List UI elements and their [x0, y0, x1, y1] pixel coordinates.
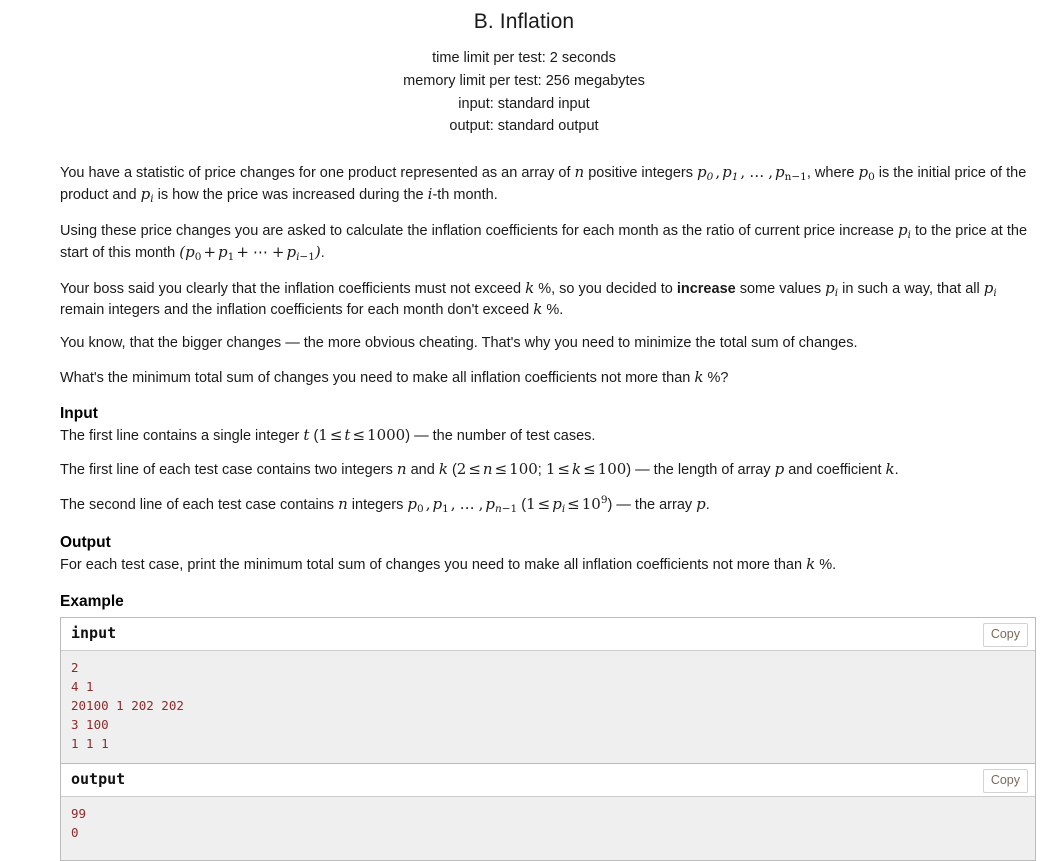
problem-statement: B. Inflation time limit per test: 2 seco… [0, 0, 1048, 861]
example-section-heading: Example [60, 592, 124, 610]
input-l2-e: and coefficient [784, 462, 886, 479]
statement-paragraph-2: Using these price changes you are asked … [60, 221, 1032, 265]
p2-text-c: . [320, 244, 325, 261]
sample-output-header: output Copy [61, 764, 1035, 797]
emphasis-increase: increase [676, 280, 736, 297]
copy-output-button[interactable]: Copy [982, 769, 1028, 793]
math-p-i: pi [825, 278, 839, 299]
sample-input-data: 2 4 1 20100 1 202 202 3 100 1 1 1 [61, 651, 1035, 763]
problem-body: You have a statistic of price changes fo… [0, 163, 1048, 861]
math-p-array: p0, p1,…, pn−1 [407, 495, 518, 516]
math-n: n [338, 495, 348, 514]
math-p-i: pi [897, 220, 911, 241]
sample-output-data: 99 0 [61, 797, 1035, 860]
p1-text-c: , where [806, 165, 859, 182]
input-spec: input: standard input [458, 95, 590, 112]
p5-text-a: What's the minimum total sum of changes … [60, 369, 695, 386]
input-l3-c: ( [517, 497, 527, 514]
statement-paragraph-3: Your boss said you clearly that the infl… [60, 279, 1032, 321]
sample-output-box: output Copy 99 0 [60, 763, 1036, 861]
statement-paragraph-5: What's the minimum total sum of changes … [60, 368, 1032, 388]
math-k: k [438, 460, 448, 479]
input-l2-semicolon: ; [537, 462, 546, 479]
input-line-1: The first line contains a single integer… [60, 426, 1032, 446]
math-p-zero: p0 [858, 163, 875, 184]
sample-input-box: input Copy 2 4 1 20100 1 202 202 3 100 1… [60, 617, 1036, 763]
statement-paragraph-1: You have a statistic of price changes fo… [60, 163, 1032, 207]
input-l2-a: The first line of each test case contain… [60, 462, 397, 479]
math-p-i: pi [983, 278, 997, 299]
p3-text-d: in such a way, that all [838, 280, 984, 297]
math-k: k [533, 300, 543, 319]
p1-text-e: is how the price was increased during th… [153, 187, 428, 204]
input-section-heading: Input [60, 404, 98, 422]
p5-text-b: %? [703, 369, 729, 386]
math-k: k [525, 278, 535, 297]
input-l2-d: ) — the length of array [626, 462, 775, 479]
math-range-p: 1 ≤ pi ≤109 [526, 494, 608, 516]
input-l2-c: ( [447, 462, 457, 479]
math-sum-expression: (p0 + p1 + ⋯ + pi−1) [179, 242, 321, 263]
p3-text-f: %. [542, 302, 564, 319]
output-text-b: %. [815, 557, 837, 574]
p1-text-f: -th month. [432, 187, 498, 204]
math-n: n [574, 163, 585, 182]
math-p: p [774, 460, 785, 479]
p1-text-b: positive integers [584, 165, 698, 182]
p3-text-c: some values [735, 280, 826, 297]
math-p-i: pi [140, 185, 154, 206]
input-l1-b: ( [309, 428, 319, 445]
math-range-k: 1 ≤ k ≤100 [545, 460, 627, 479]
p3-text-a: Your boss said you clearly that the infl… [60, 280, 526, 297]
input-l3-b: integers [347, 497, 408, 514]
problem-limits: time limit per test: 2 seconds memory li… [0, 47, 1048, 139]
input-l2-b: and [406, 462, 439, 479]
copy-input-button[interactable]: Copy [982, 623, 1028, 647]
math-range-n: 2 ≤ n ≤100 [456, 460, 538, 479]
math-n: n [396, 460, 407, 479]
output-text-a: For each test case, print the minimum to… [60, 557, 807, 574]
sample-tests: input Copy 2 4 1 20100 1 202 202 3 100 1… [60, 617, 1036, 861]
p3-text-b: %, so you decided to [534, 280, 677, 297]
input-line-3: The second line of each test case contai… [60, 494, 1032, 517]
output-line-1: For each test case, print the minimum to… [60, 555, 1032, 575]
p3-text-e: remain integers and the inflation coeffi… [60, 302, 534, 319]
output-section-heading: Output [60, 533, 111, 551]
statement-paragraph-4: You know, that the bigger changes — the … [60, 335, 858, 352]
math-k: k [885, 460, 895, 479]
p2-text-a: Using these price changes you are asked … [60, 222, 898, 239]
input-l3-d: ) — the array [607, 497, 697, 514]
input-l1-a: The first line contains a single integer [60, 428, 304, 445]
memory-limit: memory limit per test: 256 megabytes [403, 72, 645, 89]
input-line-2: The first line of each test case contain… [60, 460, 1032, 480]
output-spec: output: standard output [449, 118, 599, 135]
sample-input-header: input Copy [61, 618, 1035, 651]
time-limit: time limit per test: 2 seconds [432, 49, 616, 66]
math-p: p [696, 495, 706, 514]
page-title: B. Inflation [473, 10, 575, 33]
sample-output-label: output [71, 770, 126, 788]
math-range-t: 1 ≤ t ≤1000 [318, 426, 406, 445]
input-l3-e: . [705, 497, 710, 514]
input-l2-f: . [894, 462, 899, 479]
input-l1-c: ) — the number of test cases. [405, 428, 596, 445]
input-l3-a: The second line of each test case contai… [60, 497, 339, 514]
p1-text-a: You have a statistic of price changes fo… [60, 165, 575, 182]
math-p-array: p0, p1,…, pn−1 [697, 163, 807, 184]
sample-input-label: input [71, 624, 117, 642]
math-k: k [806, 555, 816, 574]
